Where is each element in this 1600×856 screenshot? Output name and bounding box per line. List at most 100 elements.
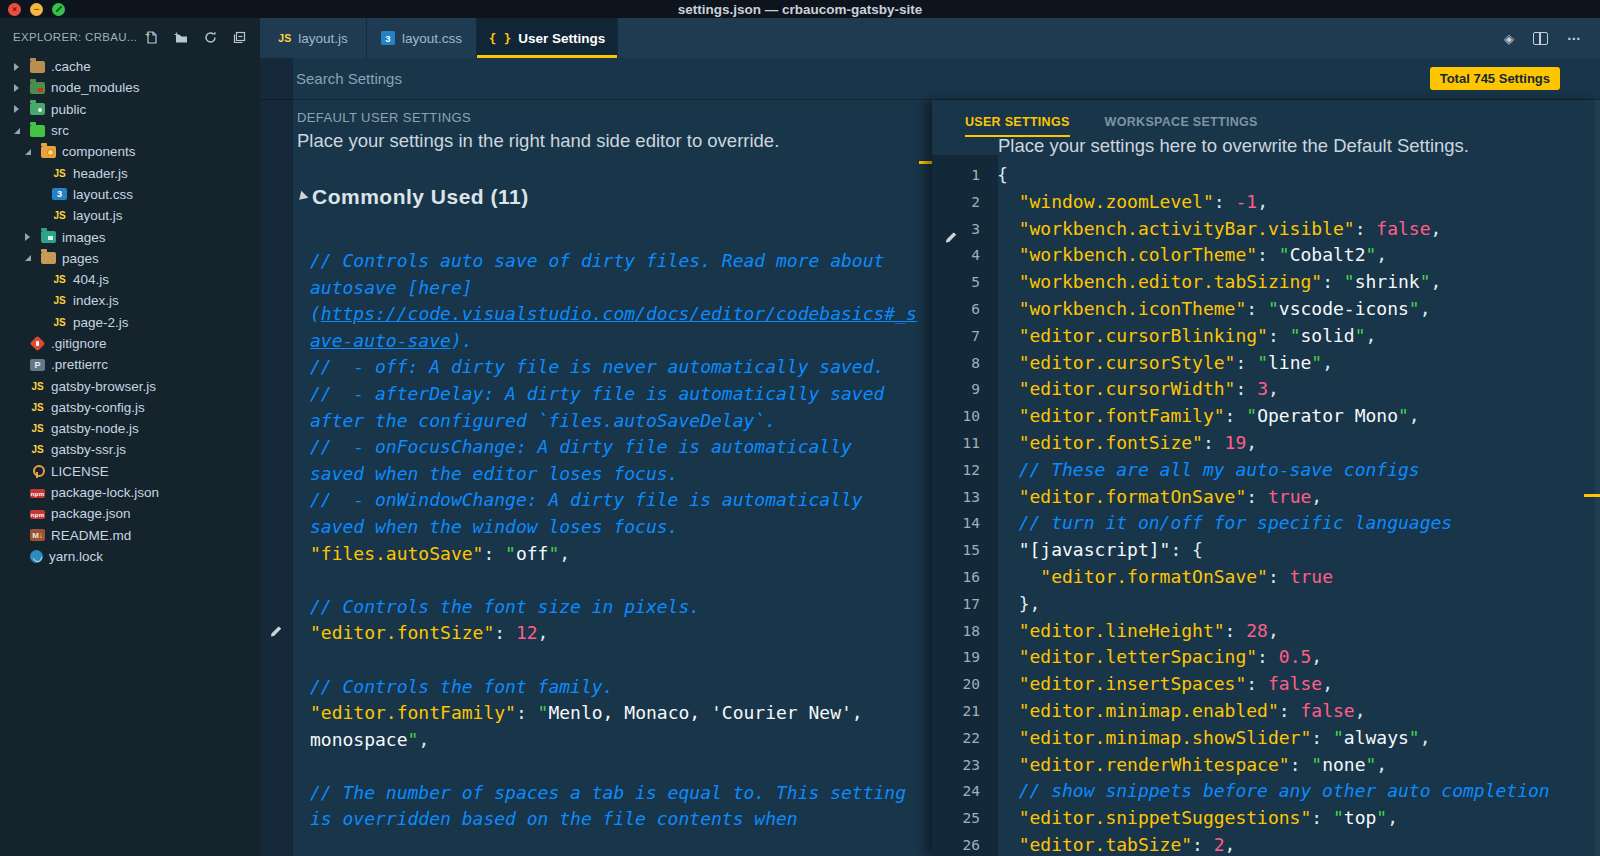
- code-line: 6 "workbench.iconTheme": "vscode-icons",: [932, 296, 1600, 323]
- more-actions-icon[interactable]: ⋯: [1567, 30, 1582, 46]
- license-icon: [30, 465, 45, 477]
- js-icon: JS: [52, 167, 67, 179]
- tree-item--cache[interactable]: .cache: [0, 56, 260, 77]
- tree-item-readme-md[interactable]: M↓README.md: [0, 525, 260, 546]
- file-label: .prettierrc: [51, 357, 108, 372]
- explorer-header: EXPLORER: CRBAU...: [13, 31, 137, 43]
- line-code: "editor.fontSize": 19,: [980, 430, 1257, 457]
- tree-item-header-js[interactable]: JSheader.js: [0, 162, 260, 183]
- tree-item-pages[interactable]: pages: [0, 248, 260, 269]
- file-label: page-2.js: [73, 315, 129, 330]
- css-icon: 3: [52, 188, 67, 200]
- tree-item-license[interactable]: LICENSE: [0, 461, 260, 482]
- new-file-icon[interactable]: [144, 30, 159, 45]
- folder-expanded-icon: [25, 149, 41, 155]
- folder-collapsed-icon: [25, 233, 41, 241]
- editor-tabbar: JSlayout.js3layout.css{ }User Settings ◈…: [260, 18, 1600, 58]
- close-window-button[interactable]: ×: [8, 3, 21, 16]
- line-number: 14: [932, 510, 980, 537]
- code-line: 15 "[javascript]": {: [932, 537, 1600, 564]
- tree-item-package-json[interactable]: npmpackage.json: [0, 503, 260, 524]
- collapse-folders-icon[interactable]: [232, 30, 247, 45]
- code-line: monospace",: [260, 727, 932, 754]
- tab-layout-css[interactable]: 3layout.css: [367, 18, 477, 58]
- maximize-window-button[interactable]: [52, 3, 65, 16]
- line-code: },: [980, 591, 1040, 618]
- edit-setting-pencil-icon[interactable]: [269, 624, 285, 640]
- total-settings-badge: Total 745 Settings: [1430, 67, 1560, 90]
- tree-item-gatsby-config-js[interactable]: JSgatsby-config.js: [0, 397, 260, 418]
- file-label: gatsby-node.js: [51, 421, 139, 436]
- line-number: 21: [932, 698, 980, 725]
- tree-item-images[interactable]: images: [0, 226, 260, 247]
- tree-item-index-js[interactable]: JSindex.js: [0, 290, 260, 311]
- tab-user-settings[interactable]: { }User Settings: [477, 18, 618, 58]
- line-code: "editor.minimap.enabled": false,: [980, 698, 1366, 725]
- file-label: layout.js: [73, 208, 123, 223]
- js-icon: JS: [30, 423, 45, 435]
- refresh-icon[interactable]: [203, 30, 218, 45]
- tree-item--gitignore[interactable]: .gitignore: [0, 333, 260, 354]
- split-editor-icon[interactable]: [1533, 32, 1548, 45]
- file-label: yarn.lock: [49, 549, 103, 564]
- tree-item-gatsby-ssr-js[interactable]: JSgatsby-ssr.js: [0, 439, 260, 460]
- line-number: 18: [932, 618, 980, 645]
- file-label: README.md: [51, 528, 131, 543]
- tree-item-404-js[interactable]: JS404.js: [0, 269, 260, 290]
- tree-item-src[interactable]: src: [0, 120, 260, 141]
- code-line: 13 "editor.formatOnSave": true,: [932, 484, 1600, 511]
- tab-workspace-settings[interactable]: WORKSPACE SETTINGS: [1105, 115, 1258, 137]
- user-settings-code[interactable]: 1{2 "window.zoomLevel": -1,3 "workbench.…: [932, 162, 1600, 856]
- line-number: 12: [932, 457, 980, 484]
- commonly-used-section[interactable]: Commonly Used (11): [298, 185, 529, 209]
- js-icon: JS: [52, 316, 67, 328]
- code-line: 12 // These are all my auto-save configs: [932, 457, 1600, 484]
- section-expanded-icon: [296, 191, 309, 204]
- file-label: layout.css: [73, 187, 133, 202]
- tree-item-page-2-js[interactable]: JS page-2.js: [0, 312, 260, 333]
- line-code: "workbench.editor.tabSizing": "shrink",: [980, 269, 1441, 296]
- file-label: package-lock.json: [51, 485, 159, 500]
- line-number: 23: [932, 752, 980, 779]
- tree-item-node-modules[interactable]: node_modules: [0, 77, 260, 98]
- tree-item-layout-css[interactable]: 3 layout.css: [0, 184, 260, 205]
- default-settings-code[interactable]: // Controls auto save of dirty files. Re…: [260, 248, 932, 833]
- tree-item-gatsby-node-js[interactable]: JS gatsby-node.js: [0, 418, 260, 439]
- tree-item-yarn-lock[interactable]: yarn.lock: [0, 546, 260, 567]
- line-number: 10: [932, 403, 980, 430]
- user-settings-pane: USER SETTINGS WORKSPACE SETTINGS Place y…: [932, 100, 1600, 856]
- tab-user-settings[interactable]: USER SETTINGS: [965, 115, 1070, 137]
- line-code: "window.zoomLevel": -1,: [980, 189, 1268, 216]
- folder-pages-icon: [41, 252, 56, 264]
- folder-collapsed-icon: [14, 63, 30, 71]
- new-folder-icon[interactable]: [173, 30, 189, 45]
- tree-item-gatsby-browser-js[interactable]: JSgatsby-browser.js: [0, 375, 260, 396]
- tree-item--prettierrc[interactable]: P.prettierrc: [0, 354, 260, 375]
- code-line: // The number of spaces a tab is equal t…: [260, 780, 932, 807]
- npm-icon: npm: [30, 489, 45, 498]
- tree-item-components[interactable]: components: [0, 141, 260, 162]
- tree-item-public[interactable]: public: [0, 99, 260, 120]
- code-line: 1{: [932, 162, 1600, 189]
- folder-public-icon: [30, 103, 45, 115]
- braces-icon: { }: [489, 31, 512, 46]
- tree-item-package-lock-json[interactable]: npm package-lock.json: [0, 482, 260, 503]
- code-line: // Controls the font size in pixels.: [260, 594, 932, 621]
- line-number: 7: [932, 323, 980, 350]
- search-settings-input[interactable]: Search Settings: [296, 70, 402, 87]
- file-label: node_modules: [51, 80, 140, 95]
- folder-images-icon: [41, 231, 56, 243]
- window-title: settings.json — crbaucom-gatsby-site: [0, 2, 1600, 17]
- line-code: // show snippets before any other auto c…: [980, 778, 1550, 805]
- tree-item-layout-js[interactable]: JSlayout.js: [0, 205, 260, 226]
- code-line: 9 "editor.cursorWidth": 3,: [932, 376, 1600, 403]
- code-line: saved when the editor loses focus.: [260, 461, 932, 488]
- line-code: "editor.formatOnSave": true,: [980, 484, 1322, 511]
- folder-src-icon: [30, 125, 45, 137]
- open-preview-icon[interactable]: ◈: [1504, 31, 1514, 46]
- code-line: ave-auto-save).: [260, 328, 932, 355]
- code-line: 8 "editor.cursorStyle": "line",: [932, 350, 1600, 377]
- edit-setting-pencil-icon[interactable]: [944, 230, 960, 246]
- minimize-window-button[interactable]: −: [30, 3, 43, 16]
- tab-layout-js[interactable]: JSlayout.js: [260, 18, 367, 58]
